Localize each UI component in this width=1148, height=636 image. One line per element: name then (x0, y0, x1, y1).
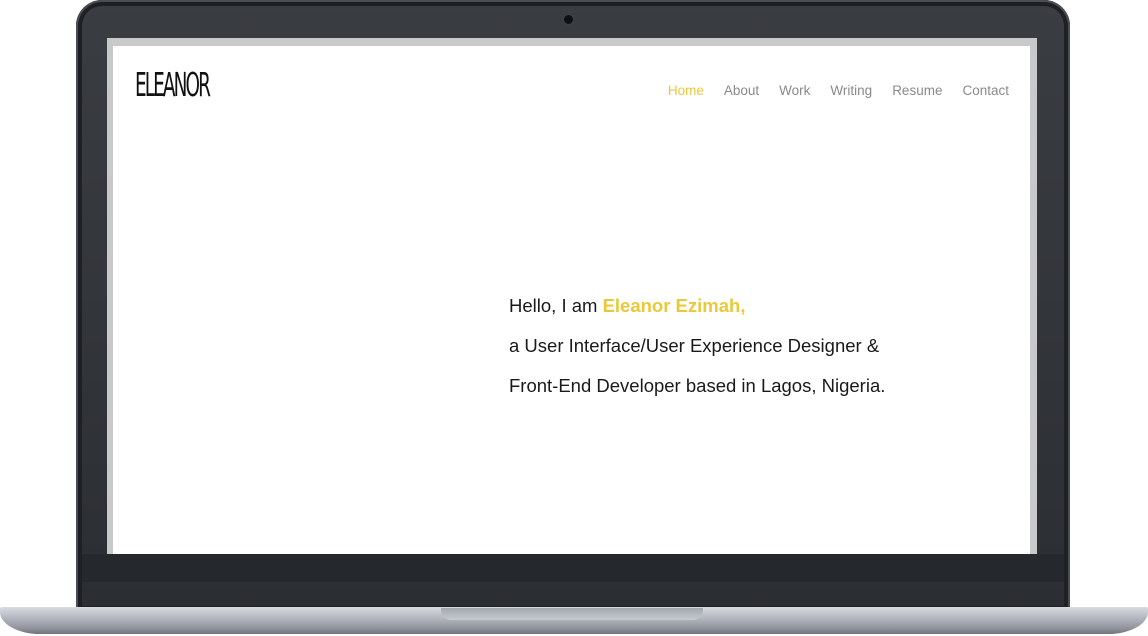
nav-work[interactable]: Work (779, 83, 810, 98)
nav-home[interactable]: Home (668, 83, 704, 98)
hero-greeting: Hello, I am (509, 295, 603, 316)
hero-line-3: Front-End Developer based in Lagos, Nige… (509, 375, 886, 396)
nav-contact[interactable]: Contact (962, 83, 1009, 98)
site-logo[interactable]: ELEANOR (135, 68, 211, 101)
hero-line-1: Hello, I am Eleanor Ezimah, (509, 286, 885, 326)
laptop-base-notch (441, 608, 703, 620)
webcam-icon (564, 15, 573, 24)
website-screen: ELEANOR Home About Work Writing Resume C… (113, 46, 1030, 554)
hero-intro: Hello, I am Eleanor Ezimah, a User Inter… (509, 286, 885, 406)
nav-about[interactable]: About (724, 83, 759, 98)
main-nav: Home About Work Writing Resume Contact (648, 83, 1009, 98)
hero-name: Eleanor Ezimah, (602, 295, 746, 316)
hero-line-2: a User Interface/User Experience Designe… (509, 335, 880, 356)
nav-writing[interactable]: Writing (830, 83, 872, 98)
laptop-mockup: ELEANOR Home About Work Writing Resume C… (0, 0, 1148, 636)
nav-resume[interactable]: Resume (892, 83, 942, 98)
laptop-chin (82, 554, 1064, 582)
